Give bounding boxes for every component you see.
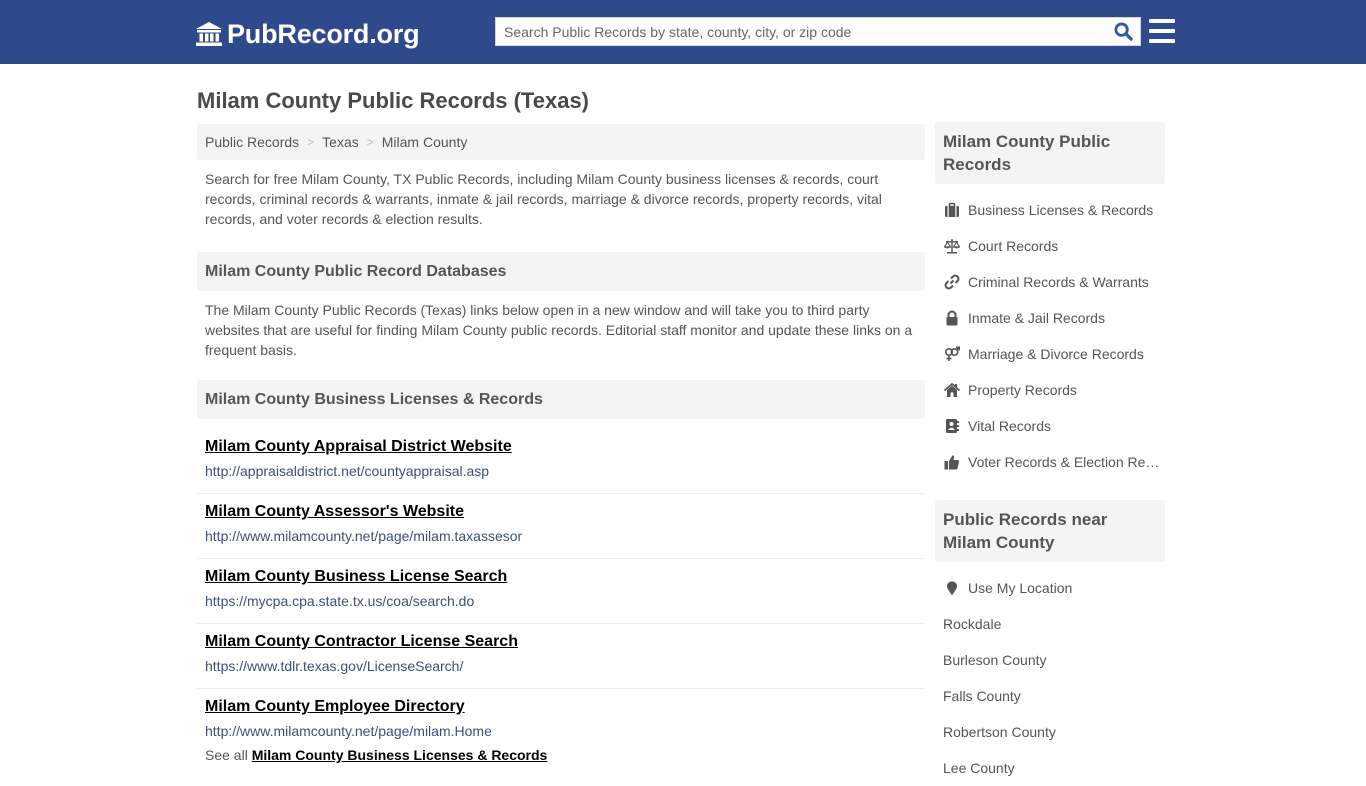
- record-link-title[interactable]: Milam County Contractor License Search: [205, 632, 518, 652]
- list-item: Milam County Business License Search htt…: [197, 559, 925, 624]
- nearby-item-label: Rockdale: [943, 616, 1002, 632]
- main-content: Public Records > Texas > Milam County Se…: [197, 124, 925, 763]
- logo-text: PubRecord.org: [227, 19, 420, 49]
- sidebar-item-vital[interactable]: Vital Records: [935, 408, 1165, 444]
- sidebar-item-court[interactable]: Court Records: [935, 228, 1165, 264]
- databases-description: The Milam County Public Records (Texas) …: [205, 302, 913, 358]
- hamburger-menu-icon: [1149, 19, 1175, 23]
- use-my-location[interactable]: Use My Location: [935, 570, 1165, 606]
- record-link-url: https://www.tdlr.texas.gov/LicenseSearch…: [205, 658, 464, 674]
- balance-scale-icon: [943, 238, 960, 254]
- record-link-url: https://mycpa.cpa.state.tx.us/coa/search…: [205, 593, 475, 609]
- page-title: Milam County Public Records (Texas): [197, 88, 590, 113]
- sidebar-item-business[interactable]: Business Licenses & Records: [935, 192, 1165, 228]
- sidebar-item-marriage[interactable]: Marriage & Divorce Records: [935, 336, 1165, 372]
- nearby-item-label: Lee County: [943, 760, 1015, 776]
- business-heading: Milam County Business Licenses & Records: [197, 380, 925, 419]
- nearby-list: Use My Location Rockdale Burleson County…: [935, 562, 1165, 786]
- institution-icon: [195, 21, 223, 47]
- search-button[interactable]: [1106, 18, 1140, 45]
- see-all-link[interactable]: Milam County Business Licenses & Records: [252, 747, 548, 763]
- databases-heading: Milam County Public Record Databases: [197, 252, 925, 291]
- thumbs-up-icon: [943, 454, 960, 470]
- link-icon: [943, 274, 960, 290]
- see-all-prefix: See all: [205, 747, 248, 763]
- sidebar-item-criminal[interactable]: Criminal Records & Warrants: [935, 264, 1165, 300]
- sidebar-records-heading: Milam County Public Records: [935, 122, 1165, 184]
- map-marker-icon: [943, 580, 960, 596]
- sidebar-item-label: Voter Records & Election Results: [968, 454, 1163, 470]
- nearby-item[interactable]: Falls County: [935, 678, 1165, 714]
- sidebar-item-label: Court Records: [968, 238, 1059, 254]
- sidebar-item-label: Business Licenses & Records: [968, 202, 1154, 218]
- sidebar: Milam County Public Records Business Lic…: [935, 122, 1165, 786]
- breadcrumb-separator: >: [307, 135, 315, 149]
- top-navbar: PubRecord.org: [0, 0, 1366, 64]
- sidebar-near-heading: Public Records near Milam County: [935, 500, 1165, 562]
- sidebar-item-label: Criminal Records & Warrants: [968, 274, 1149, 290]
- sidebar-item-voter[interactable]: Voter Records & Election Results: [935, 444, 1165, 480]
- sidebar-item-label: Inmate & Jail Records: [968, 310, 1105, 326]
- nearby-item[interactable]: Burleson County: [935, 642, 1165, 678]
- breadcrumb: Public Records > Texas > Milam County: [197, 124, 925, 160]
- sidebar-item-inmate[interactable]: Inmate & Jail Records: [935, 300, 1165, 336]
- home-icon: [943, 382, 960, 398]
- search-box: [495, 17, 1141, 46]
- breadcrumb-public-records[interactable]: Public Records: [205, 134, 299, 150]
- breadcrumb-texas[interactable]: Texas: [322, 134, 359, 150]
- list-item: Milam County Appraisal District Website …: [197, 429, 925, 494]
- list-item: Milam County Contractor License Search h…: [197, 624, 925, 689]
- use-my-location-label: Use My Location: [968, 580, 1073, 596]
- site-logo[interactable]: PubRecord.org: [195, 17, 420, 51]
- sidebar-item-property[interactable]: Property Records: [935, 372, 1165, 408]
- breadcrumb-milam-county[interactable]: Milam County: [382, 134, 468, 150]
- record-link-title[interactable]: Milam County Assessor's Website: [205, 502, 464, 522]
- sidebar-records-list: Business Licenses & Records Court Record…: [935, 184, 1165, 480]
- sidebar-item-label: Property Records: [968, 382, 1077, 398]
- record-link-url: http://www.milamcounty.net/page/milam.Ho…: [205, 723, 492, 739]
- list-item: Milam County Employee Directory http://w…: [197, 689, 925, 754]
- hamburger-menu-button[interactable]: [1149, 19, 1175, 43]
- intro-text: Search for free Milam County, TX Public …: [205, 171, 882, 227]
- record-link-title[interactable]: Milam County Employee Directory: [205, 697, 465, 717]
- record-link-title[interactable]: Milam County Appraisal District Website: [205, 437, 512, 457]
- record-link-url: http://appraisaldistrict.net/countyappra…: [205, 463, 490, 479]
- record-link-title[interactable]: Milam County Business License Search: [205, 567, 507, 587]
- breadcrumb-separator: >: [366, 135, 374, 149]
- nearby-item[interactable]: Rockdale: [935, 606, 1165, 642]
- search-icon: [1113, 22, 1133, 41]
- address-book-icon: [943, 418, 960, 434]
- record-link-url: http://www.milamcounty.net/page/milam.ta…: [205, 528, 523, 544]
- nearby-item[interactable]: Robertson County: [935, 714, 1165, 750]
- list-item: Milam County Assessor's Website http://w…: [197, 494, 925, 559]
- search-input[interactable]: [496, 18, 1106, 45]
- see-all-row: See all Milam County Business Licenses &…: [197, 747, 925, 763]
- nearby-item-label: Burleson County: [943, 652, 1047, 668]
- nearby-item-label: Robertson County: [943, 724, 1056, 740]
- briefcase-icon: [943, 202, 960, 218]
- sidebar-item-label: Marriage & Divorce Records: [968, 346, 1144, 362]
- nearby-item-label: Falls County: [943, 688, 1021, 704]
- business-links-list: Milam County Appraisal District Website …: [197, 429, 925, 754]
- sidebar-item-label: Vital Records: [968, 418, 1052, 434]
- lock-icon: [943, 310, 960, 326]
- nearby-item[interactable]: Lee County: [935, 750, 1165, 786]
- venus-mars-icon: [943, 346, 960, 362]
